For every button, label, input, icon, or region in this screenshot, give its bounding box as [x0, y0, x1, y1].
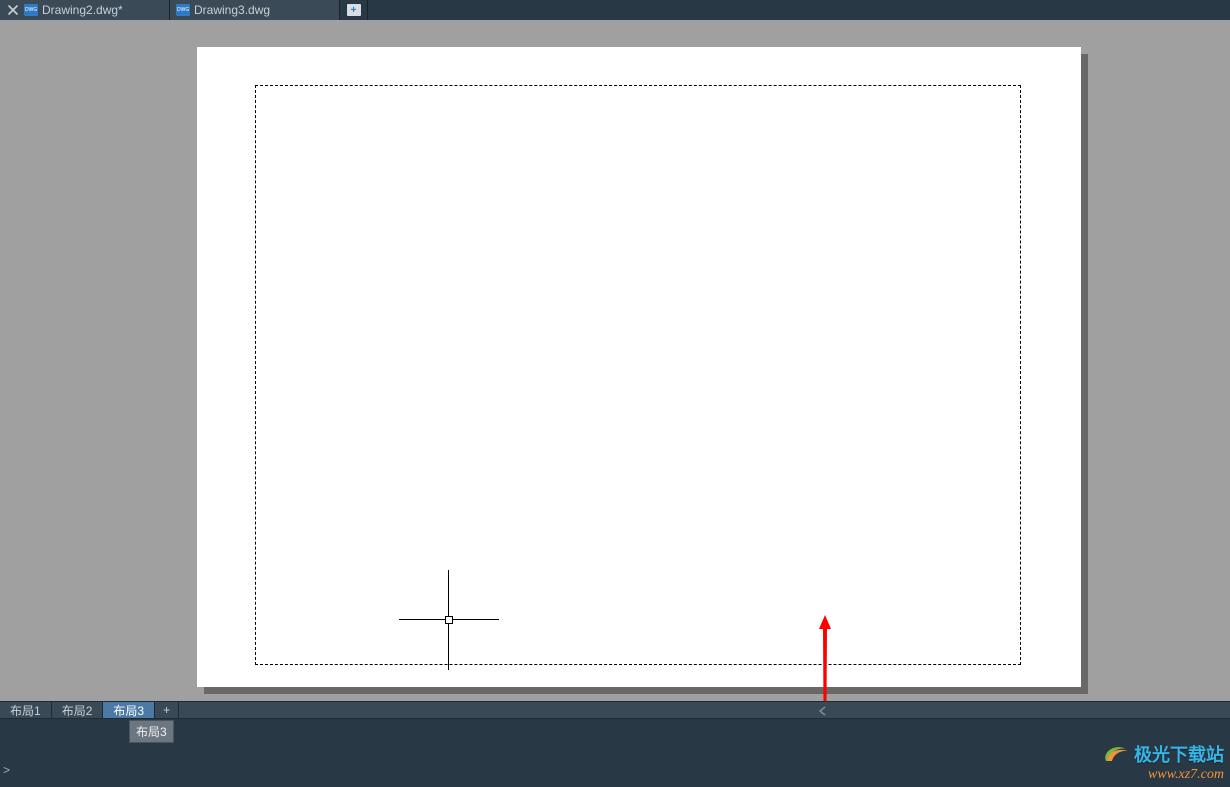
new-file-icon: + — [347, 4, 361, 16]
new-document-button[interactable]: + — [340, 0, 368, 20]
watermark-logo-icon — [1102, 743, 1130, 765]
dwg-file-icon — [176, 4, 190, 16]
layout-tab-label: 布局2 — [62, 702, 93, 719]
tooltip-text: 布局3 — [136, 725, 167, 739]
layout-tab-1[interactable]: 布局1 — [0, 702, 52, 718]
layout-tooltip: 布局3 — [129, 720, 174, 743]
document-tab-1[interactable]: Drawing2.dwg* — [0, 0, 170, 20]
close-icon[interactable] — [6, 3, 20, 17]
document-tab-bar: Drawing2.dwg* Drawing3.dwg + — [0, 0, 1230, 20]
print-boundary — [255, 85, 1021, 665]
command-prompt-symbol: > — [3, 763, 10, 777]
collapse-chevron-icon[interactable] — [814, 702, 830, 719]
document-tab-label: Drawing3.dwg — [194, 3, 270, 17]
command-area[interactable]: 布局3 > 极光下载站 www.xz7.com — [0, 718, 1230, 787]
document-tab-label: Drawing2.dwg* — [42, 3, 123, 17]
layout-tab-2[interactable]: 布局2 — [52, 702, 104, 718]
watermark-brand-text: 极光下载站 — [1134, 741, 1224, 767]
plus-icon: + — [163, 703, 170, 717]
document-tab-2[interactable]: Drawing3.dwg — [170, 0, 340, 20]
dwg-file-icon — [24, 4, 38, 16]
paper-sheet[interactable] — [197, 47, 1081, 687]
layout-tab-bar: 布局1 布局2 布局3 + — [0, 701, 1230, 718]
add-layout-button[interactable]: + — [155, 702, 179, 718]
command-prompt[interactable]: > — [3, 763, 10, 777]
watermark-url: www.xz7.com — [1102, 767, 1224, 783]
layout-tab-label: 布局1 — [10, 702, 41, 719]
drawing-workspace[interactable] — [0, 20, 1230, 701]
layout-tab-label: 布局3 — [113, 702, 144, 719]
layout-tab-3[interactable]: 布局3 — [103, 702, 155, 718]
watermark: 极光下载站 www.xz7.com — [1102, 741, 1224, 783]
